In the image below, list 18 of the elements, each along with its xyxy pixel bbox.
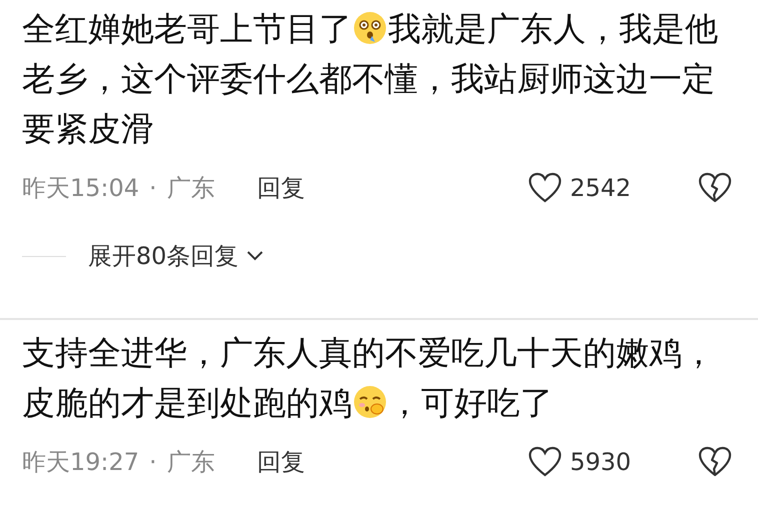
separator-dot: · bbox=[149, 173, 157, 204]
like-count: 2542 bbox=[570, 173, 632, 204]
heart-icon[interactable] bbox=[528, 446, 562, 478]
comment-text: 全红婵她老哥上节目了 我就是广东人，我是他老乡，这个评委什么都不懂，我站厨师这边一定要紧皮滑 bbox=[22, 8, 719, 150]
heart-icon[interactable] bbox=[528, 172, 562, 204]
reply-link[interactable]: 回复 bbox=[256, 170, 305, 206]
expand-replies-button[interactable]: 展开80条回复 bbox=[88, 238, 265, 274]
comment-location: 广东 bbox=[166, 447, 215, 478]
comment-time: 昨天15:04 bbox=[22, 173, 140, 204]
comment-time: 昨天19:27 bbox=[22, 447, 140, 478]
separator-dot: · bbox=[149, 447, 157, 478]
reply-link[interactable]: 回复 bbox=[256, 444, 305, 480]
chevron-down-icon bbox=[244, 249, 265, 263]
comment-location: 广东 bbox=[166, 173, 215, 204]
like-count: 5930 bbox=[570, 447, 632, 478]
shy-face-icon bbox=[353, 385, 387, 419]
dizzy-face-icon bbox=[353, 11, 387, 45]
comment-text: 支持全进华，广东人真的不爱吃几十天的嫩鸡，皮脆的才是到处跑的鸡 ，可好吃了 bbox=[22, 332, 716, 424]
